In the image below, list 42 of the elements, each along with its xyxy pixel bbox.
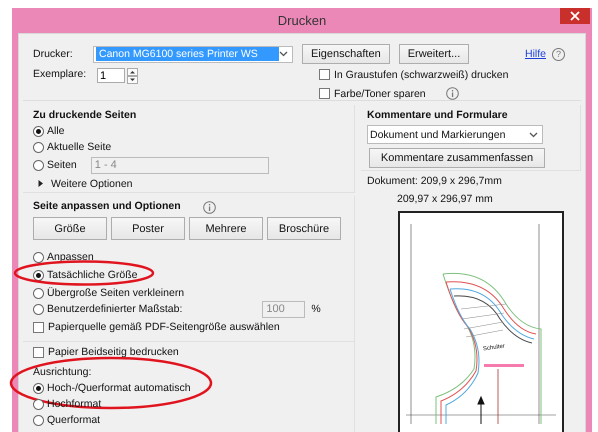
radio-option[interactable]: Seiten <box>33 159 77 171</box>
info-icon[interactable] <box>446 87 459 100</box>
dropdown-chevron-icon[interactable] <box>529 132 538 138</box>
dialog-button[interactable]: Eigenschaften <box>302 44 390 64</box>
summarize-comments-button[interactable]: Kommentare zusammenfassen <box>369 148 545 168</box>
close-button[interactable] <box>560 8 590 24</box>
page-scaling-button[interactable]: Broschüre <box>267 217 341 240</box>
spinner-arrows-icon[interactable] <box>127 68 138 84</box>
percent-label: % <box>311 303 321 315</box>
copies-label: Exemplare: <box>33 68 87 80</box>
expand-arrow-icon[interactable] <box>37 180 44 187</box>
section-heading: Kommentare und Formulare <box>367 109 508 121</box>
copies-field[interactable]: 1 <box>97 68 125 83</box>
radio-option[interactable]: Aktuelle Seite <box>33 141 112 153</box>
checkbox-option[interactable]: In Graustufen (schwarzweiß) drucken <box>319 68 508 80</box>
document-size-label: Dokument: 209,9 x 296,7mm <box>367 175 503 187</box>
radio-option[interactable]: Querformat <box>33 414 100 426</box>
page-size-label: 209,97 x 296,97 mm <box>397 193 494 205</box>
radio-option[interactable]: Übergroße Seiten verkleinern <box>33 287 184 299</box>
info-icon[interactable] <box>202 200 216 214</box>
orientation-label: Ausrichtung: <box>33 366 92 380</box>
help-icon[interactable]: ? <box>552 48 565 60</box>
dialog-button[interactable]: Erweitert... <box>398 44 470 64</box>
page-scaling-button[interactable]: Größe <box>33 217 107 240</box>
comments-dropdown[interactable]: Dokument und Markierungen <box>367 125 543 144</box>
printer-label: Drucker: <box>33 48 74 60</box>
checkbox-option[interactable]: Farbe/Toner sparen <box>319 88 426 100</box>
dropdown-chevron-icon[interactable] <box>279 51 288 57</box>
window-title: Drucken <box>278 13 326 28</box>
close-icon[interactable] <box>570 11 580 21</box>
checkbox-option[interactable]: Papier Beidseitig bedrucken <box>33 346 344 358</box>
radio-option[interactable]: Benutzerdefinierter Maßstab: <box>33 303 182 315</box>
section-heading: Zu druckende Seiten <box>33 109 136 121</box>
radio-option[interactable]: Anpassen <box>33 251 94 263</box>
page-scaling-button[interactable]: Poster <box>111 217 185 240</box>
help-link[interactable]: Hilfe <box>524 48 546 60</box>
radio-option[interactable]: Alle <box>33 125 65 137</box>
section-heading: Seite anpassen und Optionen <box>33 200 181 212</box>
page-scaling-button[interactable]: Mehrere <box>189 217 263 240</box>
checkbox-option[interactable]: Papierquelle gemäß PDF-Seitengröße auswählen <box>33 321 344 333</box>
more-options-toggle[interactable]: Weitere Optionen <box>37 175 344 192</box>
radio-option[interactable]: Hoch-/Querformat automatisch <box>33 382 191 394</box>
